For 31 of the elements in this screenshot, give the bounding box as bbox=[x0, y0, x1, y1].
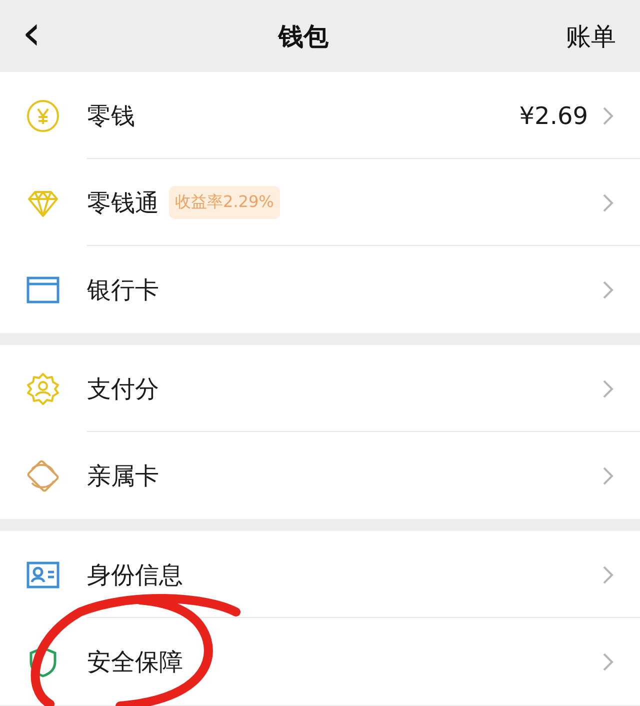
row-label: 支付分 bbox=[87, 374, 159, 404]
menu-row[interactable]: 亲属卡 bbox=[0, 432, 640, 519]
rate-badge: 收益率2.29% bbox=[169, 186, 280, 219]
menu-row[interactable]: 身份信息 bbox=[0, 531, 640, 618]
chevron-icon bbox=[602, 378, 614, 398]
row-label: 亲属卡 bbox=[87, 460, 159, 492]
bill-button[interactable]: 账单 bbox=[566, 20, 616, 52]
page-title: 钱包 bbox=[276, 20, 330, 52]
chevron-icon bbox=[602, 192, 614, 212]
row-label: 安全保障 bbox=[87, 646, 183, 678]
card-icon bbox=[26, 274, 60, 304]
row-label: 零钱通 bbox=[87, 188, 159, 218]
menu-row[interactable]: 零钱 ¥2.69 bbox=[0, 72, 640, 159]
balance-amount: ¥2.69 bbox=[519, 102, 588, 130]
coin-icon bbox=[26, 98, 60, 132]
chevron-icon bbox=[602, 466, 614, 486]
chevron-icon bbox=[602, 106, 614, 126]
id-card-icon bbox=[26, 560, 60, 590]
row-label: 零钱 bbox=[87, 100, 135, 132]
menu-row[interactable]: 安全保障 bbox=[0, 618, 640, 705]
row-label: 身份信息 bbox=[87, 560, 183, 590]
cards-icon bbox=[26, 458, 60, 492]
row-label: 银行卡 bbox=[87, 274, 159, 306]
chevron-icon bbox=[602, 280, 614, 300]
chevron-icon bbox=[602, 652, 614, 672]
menu-row[interactable]: 银行卡 bbox=[0, 246, 640, 333]
back-button[interactable]: ‹ bbox=[22, 9, 42, 63]
menu-row[interactable]: 零钱通 收益率2.29% bbox=[0, 159, 640, 246]
badge-icon bbox=[26, 372, 60, 406]
chevron-icon bbox=[602, 564, 614, 584]
menu-row[interactable]: 支付分 bbox=[0, 345, 640, 432]
